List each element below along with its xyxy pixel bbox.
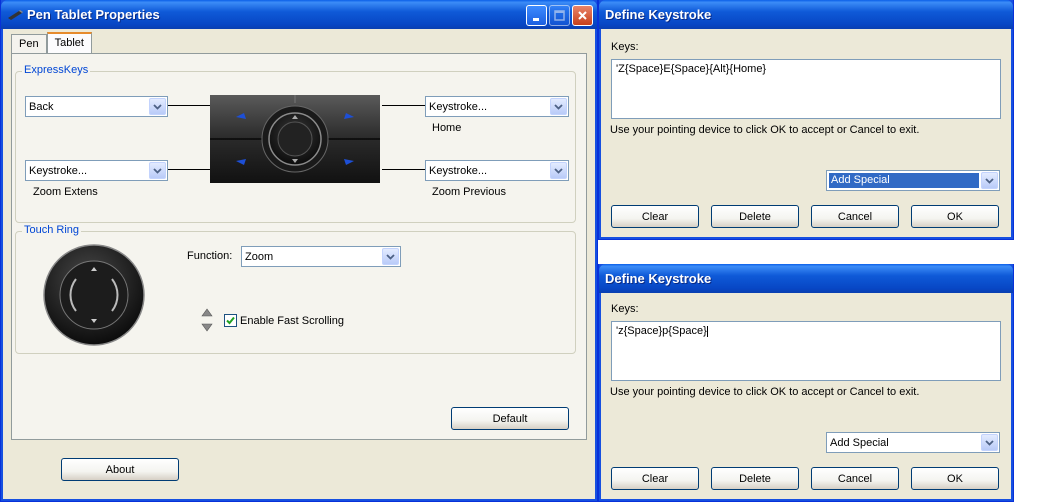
maximize-button[interactable] [549,5,570,26]
touch-ring-illustration [43,244,145,346]
function-select[interactable]: Zoom [241,246,401,267]
window-title: Pen Tablet Properties [27,7,160,22]
chevron-down-icon [985,439,994,446]
hint-text: Use your pointing device to click OK to … [610,124,920,136]
clear-button[interactable]: Clear [611,467,699,490]
function-value: Zoom [245,250,274,263]
chevron-down-icon [554,103,563,110]
chevron-down-icon [153,167,162,174]
keys-value: 'z{Space}p{Space} [616,325,707,337]
dropdown-button[interactable] [149,162,166,179]
scroll-arrows-icon [201,308,213,332]
checkbox-box[interactable] [224,314,237,327]
tablet-expresskeys-illustration [210,95,380,183]
maximize-icon [554,10,565,21]
chevron-down-icon [153,103,162,110]
dialog-title: Define Keystroke [605,7,712,22]
title-bar[interactable]: Define Keystroke [599,0,1013,29]
define-keystroke-dialog-2: Define Keystroke Keys: 'z{Space}p{Space}… [598,264,1014,502]
dialog-title: Define Keystroke [605,271,712,286]
connector-line [382,169,425,170]
fast-scrolling-label: Enable Fast Scrolling [240,314,344,327]
connector-line [382,105,425,106]
delete-button[interactable]: Delete [711,467,799,490]
minimize-icon [532,17,539,21]
clear-button[interactable]: Clear [611,205,699,228]
minimize-button[interactable] [526,5,547,26]
hint-text: Use your pointing device to click OK to … [610,386,920,398]
expresskeys-group-label: ExpressKeys [22,64,91,76]
chevron-down-icon [554,167,563,174]
cancel-button[interactable]: Cancel [811,467,899,490]
delete-button[interactable]: Delete [711,205,799,228]
expresskey-top-right-value: Keystroke... [429,100,488,113]
add-special-select[interactable]: Add Special [826,432,1000,453]
ok-button[interactable]: OK [911,467,999,490]
expresskey-bottom-left-value: Keystroke... [29,164,88,177]
add-special-select[interactable]: Add Special [826,170,1000,191]
expresskey-top-left-select[interactable]: Back [25,96,168,117]
title-bar[interactable]: Define Keystroke [599,264,1013,293]
chevron-down-icon [985,177,994,184]
keys-label: Keys: [611,41,639,53]
fast-scrolling-checkbox[interactable]: Enable Fast Scrolling [224,314,344,327]
connector-line [168,169,212,170]
expresskey-bottom-right-value: Keystroke... [429,164,488,177]
function-label: Function: [187,250,233,262]
tablet-tab-panel: ExpressKeys Back Keystroke... Zoom Exten… [11,53,587,440]
close-icon [578,11,587,20]
add-special-value: Add Special [829,173,979,188]
keys-input[interactable]: 'z{Space}p{Space} [611,321,1001,381]
touch-ring-group-label: Touch Ring [22,224,82,236]
ok-button[interactable]: OK [911,205,999,228]
keys-input[interactable]: 'Z{Space}E{Space}{Alt}{Home} [611,59,1001,119]
expresskey-top-left-value: Back [29,100,54,113]
pen-tablet-properties-window: Pen Tablet Properties Pen Tablet Express… [0,0,598,502]
checkmark-icon [226,316,235,325]
expresskey-bottom-right-select[interactable]: Keystroke... [425,160,569,181]
add-special-value: Add Special [830,436,889,449]
close-button[interactable] [572,5,593,26]
pen-tablet-app-icon [7,7,23,23]
title-bar[interactable]: Pen Tablet Properties [1,0,597,29]
expresskey-top-right-select[interactable]: Keystroke... [425,96,569,117]
define-keystroke-dialog-1: Define Keystroke Keys: 'Z{Space}E{Space}… [598,0,1014,240]
dropdown-button[interactable] [981,172,998,189]
tab-pen[interactable]: Pen [11,34,47,54]
expresskey-bottom-right-caption: Zoom Previous [432,186,506,198]
cancel-button[interactable]: Cancel [811,205,899,228]
expresskey-bottom-left-select[interactable]: Keystroke... [25,160,168,181]
keys-label: Keys: [611,303,639,315]
dropdown-button[interactable] [149,98,166,115]
text-caret [706,325,708,337]
expresskey-bottom-left-caption: Zoom Extens [33,186,98,198]
chevron-down-icon [386,253,395,260]
connector-line [168,105,212,106]
about-button[interactable]: About [61,458,179,481]
default-button[interactable]: Default [451,407,569,430]
expresskey-top-right-caption: Home [432,122,462,134]
tab-tablet[interactable]: Tablet [46,32,92,54]
keys-value: 'Z{Space}E{Space}{Alt}{Home} [616,63,767,75]
dropdown-button[interactable] [382,248,399,265]
tab-strip: Pen Tablet [11,32,92,54]
dropdown-button[interactable] [981,434,998,451]
dropdown-button[interactable] [550,98,567,115]
dropdown-button[interactable] [550,162,567,179]
